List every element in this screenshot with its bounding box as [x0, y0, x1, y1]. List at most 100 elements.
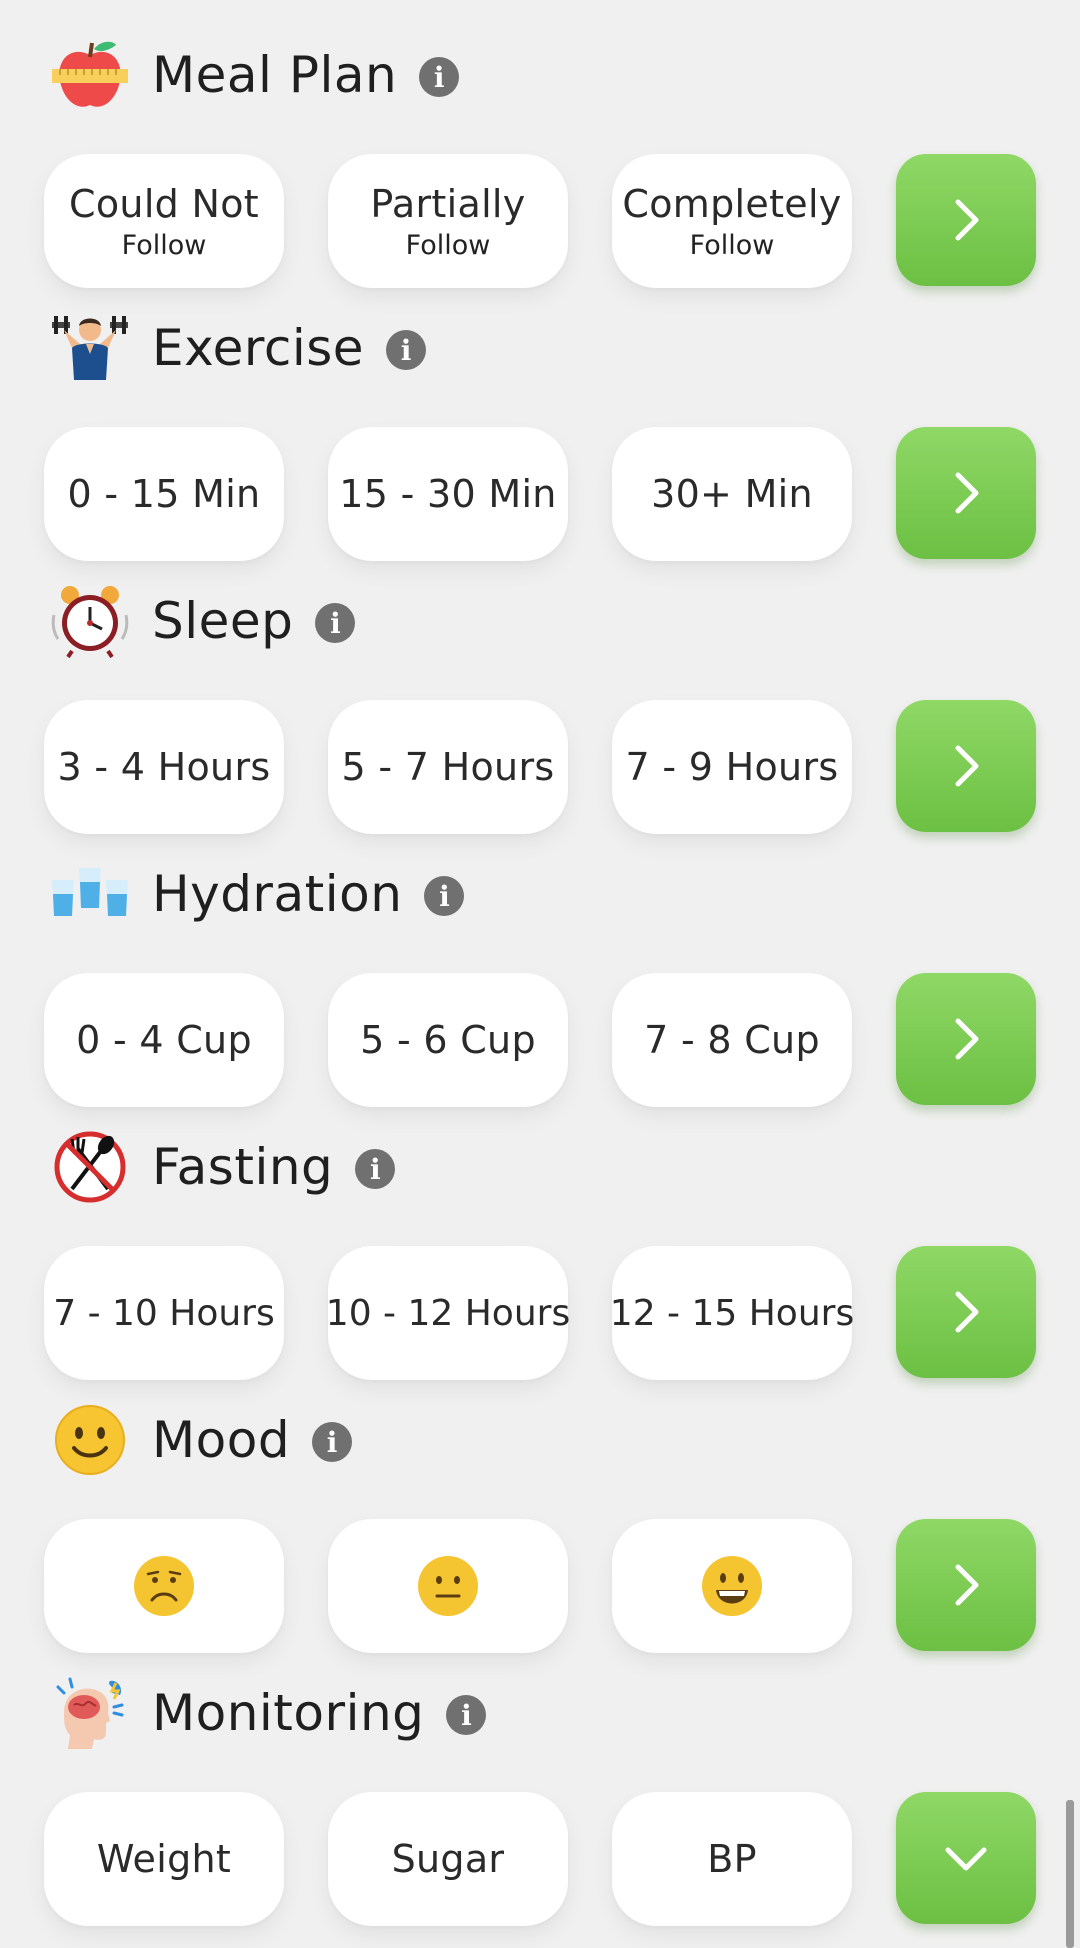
head-brain-icon [50, 1673, 130, 1753]
option-partially-follow[interactable]: Partially Follow [328, 154, 568, 288]
option-label: Partially [370, 181, 526, 226]
option-3-4-hours[interactable]: 3 - 4 Hours [44, 700, 284, 834]
option-mood-happy[interactable] [612, 1519, 852, 1653]
dumbbell-man-icon [50, 308, 130, 388]
option-sugar[interactable]: Sugar [328, 1792, 568, 1926]
option-sublabel: Follow [121, 229, 207, 261]
section-title: Fasting [152, 1138, 334, 1196]
chevron-right-icon [955, 1018, 979, 1060]
option-mood-neutral[interactable] [328, 1519, 568, 1653]
next-button[interactable] [896, 1519, 1036, 1651]
info-icon[interactable]: i [419, 57, 460, 97]
section-hydration: Hydration i 0 - 4 Cup 5 - 6 Cup 7 - 8 Cu… [0, 839, 1080, 1112]
info-icon[interactable]: i [386, 330, 427, 370]
option-label: 5 - 6 Cup [360, 1018, 536, 1062]
option-15-30-min[interactable]: 15 - 30 Min [328, 427, 568, 561]
options-row: 0 - 4 Cup 5 - 6 Cup 7 - 8 Cup [0, 973, 1080, 1109]
options-row: 3 - 4 Hours 5 - 7 Hours 7 - 9 Hours [0, 700, 1080, 836]
option-0-15-min[interactable]: 0 - 15 Min [44, 427, 284, 561]
option-label: 7 - 10 Hours [53, 1292, 275, 1334]
option-30-plus-min[interactable]: 30+ Min [612, 427, 852, 561]
option-12-15-hours[interactable]: 12 - 15 Hours [609, 1246, 855, 1380]
section-header: Monitoring i [50, 1658, 487, 1768]
section-title: Meal Plan [152, 46, 398, 104]
info-icon[interactable]: i [315, 603, 356, 643]
water-glasses-icon [50, 854, 130, 934]
next-button[interactable] [896, 154, 1036, 286]
section-title: Monitoring [152, 1684, 425, 1742]
options-row: 7 - 10 Hours 10 - 12 Hours 12 - 15 Hours [0, 1246, 1080, 1382]
expand-button[interactable] [896, 1792, 1036, 1924]
option-bp[interactable]: BP [612, 1792, 852, 1926]
options-row [0, 1519, 1080, 1655]
option-7-9-hours[interactable]: 7 - 9 Hours [612, 700, 852, 834]
option-label: 30+ Min [651, 472, 813, 516]
info-icon[interactable]: i [424, 876, 465, 916]
chevron-right-icon [955, 472, 979, 514]
section-title: Hydration [152, 865, 403, 923]
option-label: 0 - 15 Min [67, 472, 261, 516]
daily-tracker-page: Meal Plan i Could Not Follow Partially F… [0, 0, 1080, 1948]
section-title: Mood [152, 1411, 291, 1469]
option-sublabel: Follow [689, 229, 775, 261]
info-icon[interactable]: i [355, 1149, 396, 1189]
option-label: 10 - 12 Hours [325, 1292, 571, 1334]
option-label: 3 - 4 Hours [57, 745, 271, 789]
option-could-not-follow[interactable]: Could Not Follow [44, 154, 284, 288]
options-row: 0 - 15 Min 15 - 30 Min 30+ Min [0, 427, 1080, 563]
option-label: Could Not [69, 181, 259, 226]
option-5-7-hours[interactable]: 5 - 7 Hours [328, 700, 568, 834]
option-sublabel: Follow [405, 229, 491, 261]
section-meal-plan: Meal Plan i Could Not Follow Partially F… [0, 20, 1080, 293]
section-header: Exercise i [50, 293, 427, 403]
section-header: Mood i [50, 1385, 353, 1495]
option-label: Completely [622, 181, 842, 226]
chevron-right-icon [955, 1564, 979, 1606]
option-10-12-hours[interactable]: 10 - 12 Hours [325, 1246, 571, 1380]
option-label: 5 - 7 Hours [341, 745, 555, 789]
option-weight[interactable]: Weight [44, 1792, 284, 1926]
apple-measuring-tape-icon [50, 35, 130, 115]
options-row: Could Not Follow Partially Follow Comple… [0, 154, 1080, 290]
scrollbar[interactable] [1066, 1800, 1074, 1948]
chevron-right-icon [955, 1291, 979, 1333]
section-monitoring: Monitoring i Weight Sugar BP [0, 1658, 1080, 1931]
next-button[interactable] [896, 973, 1036, 1105]
option-mood-sad[interactable] [44, 1519, 284, 1653]
smiley-face-icon [50, 1400, 130, 1480]
neutral-face-icon [418, 1556, 478, 1616]
options-row: Weight Sugar BP [0, 1792, 1080, 1928]
option-label: 7 - 8 Cup [644, 1018, 820, 1062]
section-fasting: Fasting i 7 - 10 Hours 10 - 12 Hours 12 … [0, 1112, 1080, 1385]
option-7-8-cup[interactable]: 7 - 8 Cup [612, 973, 852, 1107]
sad-face-icon [134, 1556, 194, 1616]
option-label: 0 - 4 Cup [76, 1018, 252, 1062]
option-0-4-cup[interactable]: 0 - 4 Cup [44, 973, 284, 1107]
no-eating-icon [50, 1127, 130, 1207]
option-label: 15 - 30 Min [339, 472, 557, 516]
chevron-right-icon [955, 745, 979, 787]
section-header: Hydration i [50, 839, 465, 949]
option-label: Sugar [391, 1837, 505, 1881]
section-header: Meal Plan i [50, 20, 460, 130]
section-mood: Mood i [0, 1385, 1080, 1658]
option-completely-follow[interactable]: Completely Follow [612, 154, 852, 288]
next-button[interactable] [896, 700, 1036, 832]
next-button[interactable] [896, 1246, 1036, 1378]
option-label: Weight [96, 1837, 232, 1881]
alarm-clock-icon [50, 581, 130, 661]
next-button[interactable] [896, 427, 1036, 559]
info-icon[interactable]: i [312, 1422, 353, 1462]
section-title: Sleep [152, 592, 294, 650]
section-sleep: Sleep i 3 - 4 Hours 5 - 7 Hours 7 - 9 Ho… [0, 566, 1080, 839]
section-exercise: Exercise i 0 - 15 Min 15 - 30 Min 30+ Mi… [0, 293, 1080, 566]
option-label: BP [707, 1837, 757, 1881]
option-label: 12 - 15 Hours [609, 1292, 855, 1334]
happy-face-icon [702, 1556, 762, 1616]
option-7-10-hours[interactable]: 7 - 10 Hours [44, 1246, 284, 1380]
option-label: 7 - 9 Hours [625, 745, 839, 789]
section-header: Fasting i [50, 1112, 396, 1222]
chevron-right-icon [955, 199, 979, 241]
info-icon[interactable]: i [446, 1695, 487, 1735]
option-5-6-cup[interactable]: 5 - 6 Cup [328, 973, 568, 1107]
